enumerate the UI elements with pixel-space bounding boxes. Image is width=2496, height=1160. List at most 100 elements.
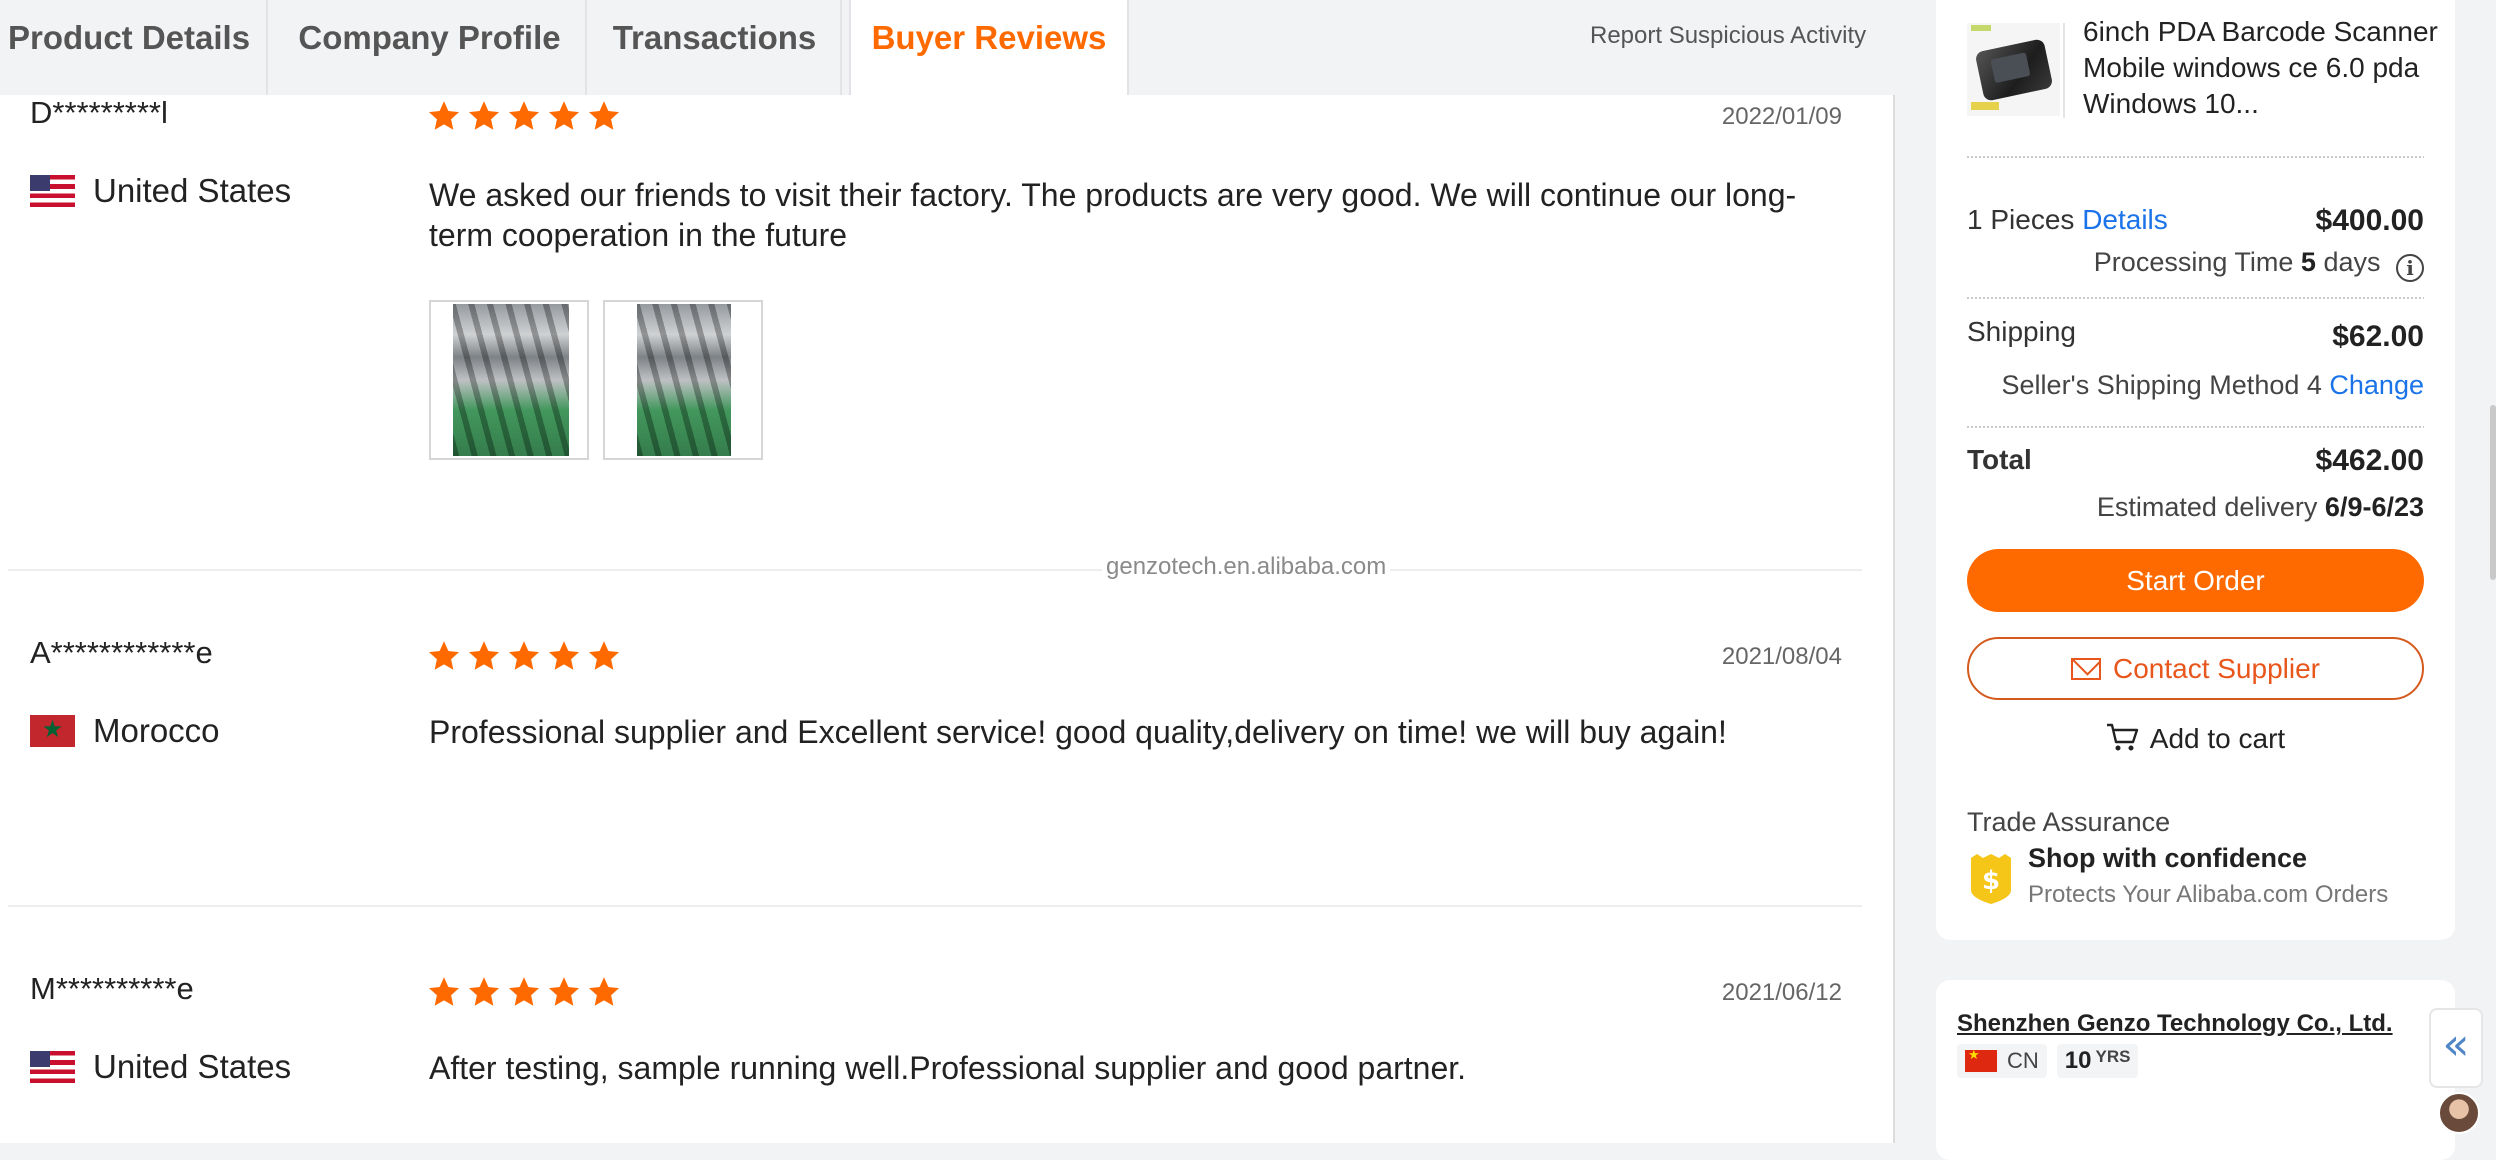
us-flag-icon bbox=[30, 1051, 75, 1083]
divider bbox=[8, 569, 1862, 571]
morocco-flag-icon bbox=[30, 715, 75, 747]
country-name: United States bbox=[93, 1048, 292, 1085]
review-photo[interactable] bbox=[429, 300, 589, 460]
review-item: A************e Morocco 2021/08/04 Profes… bbox=[0, 635, 1862, 895]
svg-text:$: $ bbox=[1982, 866, 2000, 896]
processing-unit: days bbox=[2323, 247, 2381, 277]
star-icon bbox=[428, 641, 460, 670]
country-name: Morocco bbox=[93, 712, 220, 749]
tab-product-details[interactable]: Product Details bbox=[0, 0, 268, 95]
reviewer-country: United States bbox=[30, 172, 291, 210]
shipping-method-label: Seller's Shipping Method 4 bbox=[2001, 370, 2322, 400]
product-title[interactable]: 6inch PDA Barcode Scanner Mobile windows… bbox=[2083, 14, 2443, 122]
reviewer-country: Morocco bbox=[30, 712, 220, 750]
info-icon[interactable]: i bbox=[2396, 254, 2424, 282]
delivery-value: 6/9-6/23 bbox=[2324, 492, 2424, 522]
review-date: 2021/08/04 bbox=[1721, 643, 1842, 670]
tab-transactions[interactable]: Transactions bbox=[589, 0, 842, 95]
star-icon bbox=[588, 977, 620, 1006]
star-icon bbox=[468, 101, 500, 130]
unit-price: $400.00 bbox=[2315, 204, 2424, 237]
star-icon bbox=[588, 641, 620, 670]
change-shipping-link[interactable]: Change bbox=[2329, 370, 2424, 400]
reviewer-name: D*********l bbox=[30, 95, 168, 130]
supplier-badges: CN 10 YRS bbox=[1957, 1044, 2139, 1078]
review-date: 2022/01/09 bbox=[1721, 103, 1842, 130]
processing-label: Processing Time bbox=[2093, 247, 2294, 277]
shipping-row: Shipping $62.00 bbox=[1967, 316, 2424, 353]
details-link[interactable]: Details bbox=[2082, 204, 2168, 235]
star-icon bbox=[588, 101, 620, 130]
star-icon bbox=[508, 977, 540, 1006]
years-badge: 10 YRS bbox=[2056, 1044, 2139, 1078]
review-item: D*********l United States 2022/01/09 We … bbox=[0, 95, 1862, 565]
add-to-cart-button[interactable]: Add to cart bbox=[1967, 722, 2424, 755]
reviewer-name: A************e bbox=[30, 635, 213, 670]
processing-time: Processing Time 5 days i bbox=[2094, 247, 2424, 282]
years-value: 10 bbox=[2064, 1047, 2092, 1074]
star-icon bbox=[428, 977, 460, 1006]
total-label: Total bbox=[1967, 444, 2032, 475]
total-price: $462.00 bbox=[2315, 444, 2424, 477]
tab-buyer-reviews[interactable]: Buyer Reviews bbox=[849, 0, 1129, 95]
star-icon bbox=[548, 641, 580, 670]
star-rating bbox=[427, 975, 621, 1009]
divider bbox=[2063, 23, 2065, 118]
contact-supplier-label: Contact Supplier bbox=[2112, 653, 2320, 684]
mail-icon bbox=[2070, 658, 2101, 680]
star-icon bbox=[508, 641, 540, 670]
years-unit: YRS bbox=[2095, 1047, 2131, 1066]
star-icon bbox=[548, 101, 580, 130]
shipping-price: $62.00 bbox=[2332, 320, 2424, 353]
contact-supplier-button[interactable]: Contact Supplier bbox=[1967, 637, 2424, 700]
tab-bar: Product Details Company Profile Transact… bbox=[0, 0, 1893, 95]
star-icon bbox=[468, 977, 500, 1006]
star-icon bbox=[468, 641, 500, 670]
star-icon bbox=[508, 101, 540, 130]
country-badge: CN bbox=[1957, 1044, 2047, 1078]
trade-assurance-title: Trade Assurance bbox=[1967, 807, 2171, 837]
review-text: After testing, sample running well.Profe… bbox=[429, 1050, 1467, 1086]
divider bbox=[8, 905, 1862, 907]
review-text: Professional supplier and Excellent serv… bbox=[429, 714, 1727, 750]
protects-orders-text: Protects Your Alibaba.com Orders bbox=[2028, 881, 2389, 908]
add-to-cart-label: Add to cart bbox=[2149, 723, 2286, 754]
star-icon bbox=[428, 101, 460, 130]
price-row: 1 Pieces Details $400.00 bbox=[1967, 204, 2424, 237]
star-icon bbox=[548, 977, 580, 1006]
reviewer-country: United States bbox=[30, 1048, 291, 1086]
order-summary-card: 6inch PDA Barcode Scanner Mobile windows… bbox=[1936, 0, 2455, 940]
cart-icon bbox=[2106, 723, 2138, 751]
estimated-delivery: Estimated delivery 6/9-6/23 bbox=[2097, 492, 2424, 523]
supplier-name-link[interactable]: Shenzhen Genzo Technology Co., Ltd. bbox=[1957, 1010, 2393, 1038]
review-photo[interactable] bbox=[603, 300, 763, 460]
review-text: We asked our friends to visit their fact… bbox=[429, 177, 1797, 253]
quantity-label: 1 Pieces bbox=[1967, 204, 2075, 235]
product-thumbnail[interactable] bbox=[1967, 23, 2060, 116]
star-rating bbox=[427, 99, 621, 133]
us-flag-icon bbox=[30, 175, 75, 207]
review-date: 2021/06/12 bbox=[1721, 979, 1842, 1006]
avatar[interactable] bbox=[2438, 1092, 2480, 1134]
collapse-sidebar-button[interactable]: « bbox=[2429, 1008, 2483, 1088]
shop-with-confidence: Shop with confidence bbox=[2028, 843, 2308, 873]
start-order-button[interactable]: Start Order bbox=[1967, 549, 2424, 612]
report-suspicious-activity-link[interactable]: Report Suspicious Activity bbox=[1590, 22, 1866, 50]
store-watermark: genzotech.en.alibaba.com bbox=[1102, 553, 1391, 581]
reviews-panel: D*********l United States 2022/01/09 We … bbox=[0, 95, 1895, 1143]
scrollbar[interactable] bbox=[2490, 405, 2496, 580]
divider bbox=[1967, 156, 2424, 158]
trade-assurance-shield-icon: $ bbox=[1971, 854, 2011, 904]
double-chevron-left-icon: « bbox=[2442, 1019, 2470, 1070]
processing-value: 5 bbox=[2300, 247, 2316, 277]
china-flag-icon bbox=[1965, 1047, 1997, 1072]
divider bbox=[1967, 297, 2424, 299]
tab-company-profile[interactable]: Company Profile bbox=[274, 0, 587, 95]
review-item: M**********e United States 2021/06/12 Af… bbox=[0, 971, 1862, 1143]
delivery-label: Estimated delivery bbox=[2096, 492, 2318, 522]
country-code: CN bbox=[2007, 1048, 2039, 1073]
shipping-method: Seller's Shipping Method 4 Change bbox=[2002, 370, 2424, 401]
reviewer-name: M**********e bbox=[30, 971, 194, 1006]
total-row: Total $462.00 bbox=[1967, 444, 2424, 477]
divider bbox=[1967, 426, 2424, 428]
